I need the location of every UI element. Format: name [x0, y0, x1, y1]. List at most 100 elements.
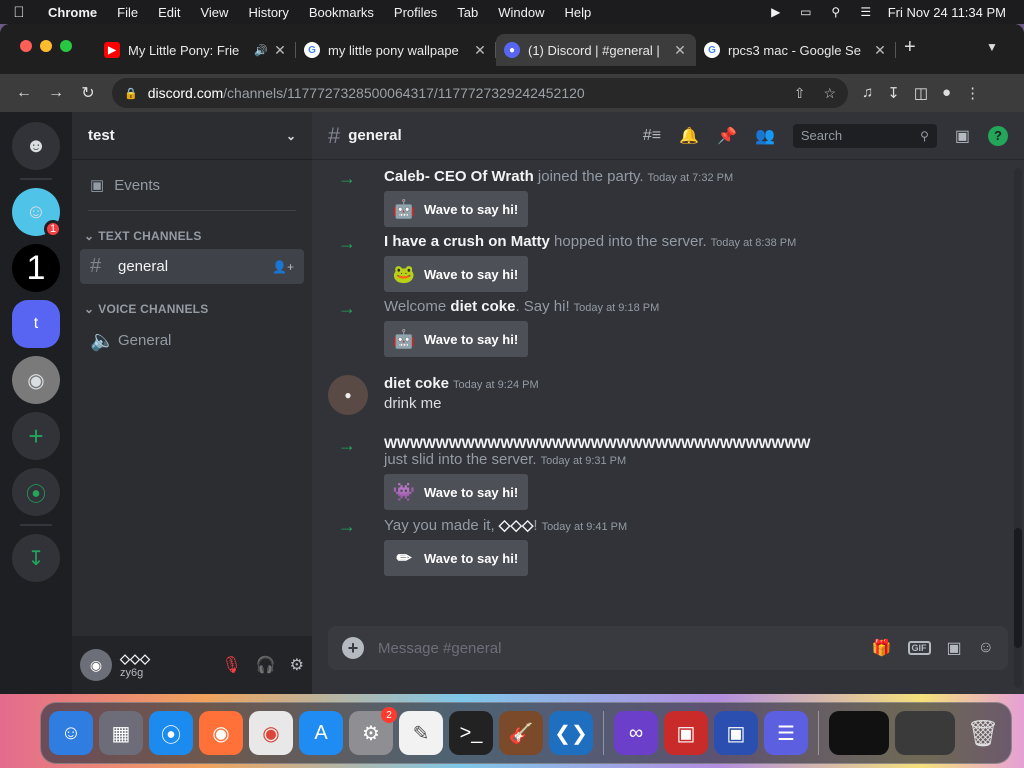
member-name[interactable]: I have a crush on Matty	[384, 233, 550, 250]
close-window-button[interactable]	[20, 40, 32, 52]
menu-clock[interactable]: Fri Nov 24 11:34 PM	[888, 5, 1006, 20]
menu-help[interactable]: Help	[555, 5, 602, 20]
message-input[interactable]: Message #general	[378, 640, 858, 657]
minimized-window-thumbnail[interactable]	[895, 711, 955, 755]
close-tab-icon[interactable]: ✕	[672, 42, 688, 59]
pin-icon[interactable]: 📌	[717, 126, 737, 146]
side-panel-icon[interactable]: ◫	[914, 84, 928, 102]
explore-servers-button[interactable]: ⦿	[12, 468, 60, 516]
wave-button[interactable]: 🤖 Wave to say hi!	[384, 191, 528, 227]
scrollbar-thumb[interactable]	[1014, 528, 1022, 648]
member-list-icon[interactable]: 👥	[755, 126, 775, 146]
menu-app-name[interactable]: Chrome	[38, 5, 107, 20]
play-icon[interactable]: ▶	[768, 5, 784, 19]
trash-icon[interactable]: 🗑	[961, 711, 1005, 755]
textedit-icon[interactable]: ✎	[399, 711, 443, 755]
gift-icon[interactable]: 🎁	[872, 638, 892, 658]
username[interactable]: ◇◇◇	[120, 651, 150, 667]
category-voice-channels[interactable]: ⌄ VOICE CHANNELS	[80, 298, 304, 320]
chrome-icon[interactable]: ◉	[249, 711, 293, 755]
tab-discord-general[interactable]: ● (1) Discord | #general | ✕	[496, 34, 696, 66]
downloads-icon[interactable]: ↧	[887, 84, 900, 102]
tab-rpcs3-search[interactable]: G rpcs3 mac - Google Se ✕	[696, 34, 896, 66]
vscode-icon[interactable]: ❮❯	[549, 711, 593, 755]
system-settings-icon[interactable]: ⚙ 2	[349, 707, 397, 755]
menu-view[interactable]: View	[190, 5, 238, 20]
search-input[interactable]: Search ⚲	[792, 123, 937, 148]
avatar[interactable]: ●	[328, 375, 368, 415]
wave-button[interactable]: 🐸 Wave to say hi!	[384, 256, 528, 292]
tab-my-little-pony-video[interactable]: ▶ My Little Pony: Frie 🔊 ✕	[96, 34, 296, 66]
bell-icon[interactable]: 🔔	[679, 126, 699, 146]
gif-button[interactable]: GIF	[907, 641, 931, 655]
tab-pony-wallpaper-search[interactable]: G my little pony wallpape ✕	[296, 34, 496, 66]
wave-button[interactable]: 👾 Wave to say hi!	[384, 474, 528, 510]
threads-icon[interactable]: #≡	[643, 127, 661, 145]
app-store-icon[interactable]: A	[299, 711, 343, 755]
server-header[interactable]: test ⌄	[72, 112, 312, 160]
forward-button[interactable]: →	[40, 84, 72, 102]
screen-mirroring-icon[interactable]: ▭	[798, 5, 814, 19]
gear-icon[interactable]: ⚙	[290, 655, 304, 675]
media-controls-icon[interactable]: ♫	[862, 84, 873, 102]
server-cat-avatar[interactable]: ◉	[12, 356, 60, 404]
help-icon[interactable]: ?	[988, 125, 1008, 146]
menu-profiles[interactable]: Profiles	[384, 5, 447, 20]
server-one[interactable]: 1	[12, 244, 60, 292]
profile-icon[interactable]: ●	[942, 84, 951, 102]
add-server-button[interactable]: +	[12, 412, 60, 460]
dm-avatar[interactable]: ☺ 1	[12, 188, 62, 238]
avatar[interactable]: ◉	[80, 649, 112, 681]
discord-home-button[interactable]: ☻	[12, 122, 60, 170]
menu-window[interactable]: Window	[488, 5, 554, 20]
close-tab-icon[interactable]: ✕	[472, 42, 488, 59]
message-author[interactable]: diet coke	[384, 375, 449, 392]
events-item[interactable]: ▣ Events	[80, 170, 304, 200]
address-bar[interactable]: 🔒 discord.com/channels/11777273285000643…	[112, 78, 848, 108]
close-tab-icon[interactable]: ✕	[872, 42, 888, 59]
server-test[interactable]: t	[12, 300, 60, 348]
finder-icon[interactable]: ☺	[49, 711, 93, 755]
search-icon[interactable]: ⚲	[828, 5, 844, 19]
control-center-icon[interactable]: ☰	[858, 5, 874, 19]
menu-edit[interactable]: Edit	[148, 5, 190, 20]
reload-button[interactable]: ↻	[72, 83, 104, 103]
preview-icon[interactable]: ▣	[714, 711, 758, 755]
tab-search-chevron-icon[interactable]: ▼	[986, 40, 998, 54]
member-name[interactable]: WWWWWWWWWWWWWWWWWWWWWWWWWWWWWWWWW	[384, 435, 1008, 451]
inbox-icon[interactable]: ▣	[955, 126, 970, 146]
upload-plus-icon[interactable]: +	[342, 637, 364, 659]
apple-icon[interactable]: 	[0, 4, 38, 21]
menu-tab[interactable]: Tab	[447, 5, 488, 20]
firefox-icon[interactable]: ◉	[199, 711, 243, 755]
terminal-icon[interactable]: >_	[449, 711, 493, 755]
category-text-channels[interactable]: ⌄ TEXT CHANNELS	[80, 225, 304, 247]
member-name[interactable]: Caleb- CEO Of Wrath	[384, 168, 534, 185]
menu-history[interactable]: History	[238, 5, 298, 20]
bookmark-star-icon[interactable]: ☆	[823, 85, 836, 102]
speaker-icon[interactable]: 🔊	[254, 44, 268, 57]
wave-button[interactable]: 🤖 Wave to say hi!	[384, 321, 528, 357]
chrome-menu-icon[interactable]: ⋮	[965, 84, 980, 102]
menu-bookmarks[interactable]: Bookmarks	[299, 5, 384, 20]
launchpad-icon[interactable]: ▦	[99, 711, 143, 755]
voice-channel-general[interactable]: 🔈 General	[80, 322, 304, 359]
minimize-window-button[interactable]	[40, 40, 52, 52]
headphones-icon[interactable]: 🎧	[256, 655, 276, 675]
app-icon[interactable]: ☰	[764, 711, 808, 755]
visual-studio-icon[interactable]: ∞	[614, 711, 658, 755]
sticker-icon[interactable]: ▣	[947, 638, 962, 658]
mute-microphone-icon[interactable]: 🎙	[221, 655, 241, 675]
fullscreen-window-button[interactable]	[60, 40, 72, 52]
download-apps-button[interactable]: ↧	[12, 534, 60, 582]
lock-icon[interactable]: 🔒	[124, 87, 138, 100]
photo-booth-icon[interactable]: ▣	[664, 711, 708, 755]
scrollbar[interactable]	[1014, 168, 1022, 688]
minimized-window-thumbnail[interactable]	[829, 711, 889, 755]
safari-icon[interactable]: ⦿	[149, 711, 193, 755]
back-button[interactable]: ←	[8, 84, 40, 102]
share-icon[interactable]: ⇧	[794, 85, 806, 102]
channel-general[interactable]: # general 👤+	[80, 249, 304, 284]
new-tab-button[interactable]: +	[904, 36, 916, 59]
wave-button[interactable]: ✏ Wave to say hi!	[384, 540, 528, 576]
